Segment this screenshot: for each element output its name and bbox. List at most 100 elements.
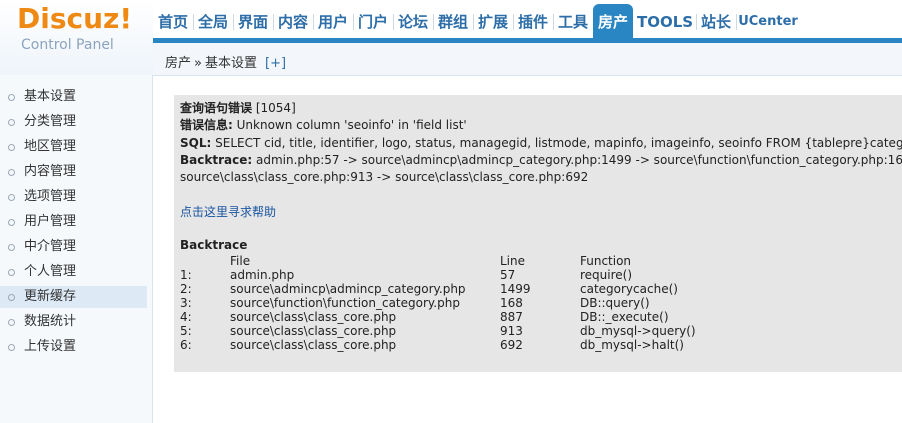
nav-divider <box>433 14 434 30</box>
sidebar-item-upload-settings[interactable]: 上传设置 <box>0 336 147 358</box>
nav-item-style[interactable]: 界面 <box>235 4 271 38</box>
breadcrumb-section[interactable]: 房产 <box>165 56 191 71</box>
row-file: source\class\class_core.php <box>230 310 397 324</box>
sidebar-item-label: 上传设置 <box>24 339 77 354</box>
breadcrumb-page: 基本设置 <box>204 56 257 71</box>
backtrace-text: admin.php:57 -> source\admincp\admincp_c… <box>255 153 902 167</box>
bullet-icon <box>8 269 15 276</box>
row-number: 5: <box>180 324 192 338</box>
sql-label: SQL: <box>180 136 212 150</box>
row-function: db_mysql->halt() <box>580 338 684 352</box>
sidebar-item-area[interactable]: 地区管理 <box>0 136 147 158</box>
bullet-icon <box>8 219 15 226</box>
bullet-icon <box>8 194 15 201</box>
sidebar-item-agents[interactable]: 中介管理 <box>0 236 147 258</box>
nav-item-house[interactable]: 房产 <box>593 4 633 38</box>
row-function: categorycache() <box>580 282 678 296</box>
sidebar-item-update-cache[interactable]: 更新缓存 <box>0 286 147 308</box>
nav-item-ucenter[interactable]: UCenter <box>738 4 798 38</box>
breadcrumb: 房产» 基本设置 [+] <box>165 52 286 71</box>
row-line: 887 <box>500 310 523 324</box>
sidebar-item-label: 中介管理 <box>24 239 77 254</box>
error-backtrace-line: Backtrace: admin.php:57 -> source\adminc… <box>180 152 902 168</box>
row-function: db_mysql->query() <box>580 324 696 338</box>
bullet-icon <box>8 144 15 151</box>
breadcrumb-bar: 房产» 基本设置 [+] <box>153 43 902 76</box>
nav-item-group[interactable]: 群组 <box>435 4 471 38</box>
sidebar-item-category[interactable]: 分类管理 <box>0 111 147 133</box>
sidebar-item-label: 个人管理 <box>24 264 77 279</box>
sidebar-item-options[interactable]: 选项管理 <box>0 186 147 208</box>
nav-item-tools[interactable]: TOOLS <box>637 4 693 38</box>
row-file: source\function\function_category.php <box>230 296 460 310</box>
sidebar-item-label: 数据统计 <box>24 314 77 329</box>
row-file: source\class\class_core.php <box>230 338 397 352</box>
bullet-icon <box>8 344 15 351</box>
row-number: 4: <box>180 310 192 324</box>
sidebar-item-label: 分类管理 <box>24 114 77 129</box>
error-sql-line: SQL: SELECT cid, title, identifier, logo… <box>180 135 902 151</box>
top-nav: 首页 全局 界面 内容 用户 门户 论坛 群组 扩展 插件 工具 房产 TOOL… <box>153 0 902 43</box>
nav-divider <box>313 14 314 30</box>
sidebar-item-content[interactable]: 内容管理 <box>0 161 147 183</box>
bullet-icon <box>8 94 15 101</box>
nav-item-global[interactable]: 全局 <box>195 4 231 38</box>
nav-item-content[interactable]: 内容 <box>275 4 311 38</box>
row-number: 3: <box>180 296 192 310</box>
sidebar-item-label: 用户管理 <box>24 214 77 229</box>
expand-toggle[interactable]: [+] <box>265 56 286 71</box>
row-file: source\admincp\admincp_category.php <box>230 282 466 296</box>
sidebar: 基本设置 分类管理 地区管理 内容管理 选项管理 用户管理 中介管理 个人管理 … <box>0 75 153 423</box>
backtrace-continuation: source\class\class_core.php:913 -> sourc… <box>180 170 589 184</box>
nav-item-user[interactable]: 用户 <box>315 4 351 38</box>
row-function: DB::_execute() <box>580 310 669 324</box>
backtrace-table-title: Backtrace <box>180 238 248 252</box>
bullet-icon <box>8 244 15 251</box>
help-link[interactable]: 点击这里寻求帮助 <box>180 203 276 220</box>
row-line: 57 <box>500 268 516 282</box>
sidebar-item-personal[interactable]: 个人管理 <box>0 261 147 283</box>
logo[interactable]: Discuz! Control Panel <box>0 0 153 75</box>
sql-text: SELECT cid, title, identifier, logo, sta… <box>215 136 902 150</box>
main-content: 查询语句错误 [1054] 错误信息: Unknown column 'seoi… <box>153 76 902 423</box>
error-message-box: 查询语句错误 [1054] 错误信息: Unknown column 'seoi… <box>174 95 902 372</box>
nav-divider <box>353 14 354 30</box>
nav-item-portal[interactable]: 门户 <box>355 4 391 38</box>
nav-divider <box>553 14 554 30</box>
row-number: 6: <box>180 338 192 352</box>
error-info-line: 错误信息: Unknown column 'seoinfo' in 'field… <box>180 117 467 133</box>
row-function: DB::query() <box>580 296 650 310</box>
nav-item-forum[interactable]: 论坛 <box>395 4 431 38</box>
error-info-label: 错误信息: <box>180 118 233 132</box>
sidebar-item-label: 基本设置 <box>24 89 77 104</box>
nav-item-webmaster[interactable]: 站长 <box>698 4 734 38</box>
error-info: Unknown column 'seoinfo' in 'field list' <box>236 118 467 132</box>
nav-divider <box>696 14 697 30</box>
nav-item-home[interactable]: 首页 <box>155 4 191 38</box>
sidebar-item-label: 地区管理 <box>24 139 77 154</box>
row-line: 692 <box>500 338 523 352</box>
backtrace-label: Backtrace: <box>180 153 253 167</box>
nav-item-tools-cn[interactable]: 工具 <box>555 4 591 38</box>
nav-divider <box>273 14 274 30</box>
bullet-icon <box>8 294 15 301</box>
row-line: 1499 <box>500 282 531 296</box>
error-code: [1054] <box>255 101 296 115</box>
nav-item-extend[interactable]: 扩展 <box>475 4 511 38</box>
row-line: 913 <box>500 324 523 338</box>
nav-divider <box>473 14 474 30</box>
row-number: 2: <box>180 282 192 296</box>
column-header-function: Function <box>580 254 632 268</box>
sidebar-item-label: 内容管理 <box>24 164 77 179</box>
nav-item-plugin[interactable]: 插件 <box>515 4 551 38</box>
row-function: require() <box>580 268 633 282</box>
bullet-icon <box>8 319 15 326</box>
nav-divider <box>233 14 234 30</box>
sidebar-item-basic-settings[interactable]: 基本设置 <box>0 86 147 108</box>
column-header-file: File <box>230 254 251 268</box>
bullet-icon <box>8 119 15 126</box>
sidebar-item-statistics[interactable]: 数据统计 <box>0 311 147 333</box>
bullet-icon <box>8 169 15 176</box>
header: Discuz! Control Panel 首页 全局 界面 内容 用户 门户 … <box>0 0 902 76</box>
sidebar-item-users[interactable]: 用户管理 <box>0 211 147 233</box>
